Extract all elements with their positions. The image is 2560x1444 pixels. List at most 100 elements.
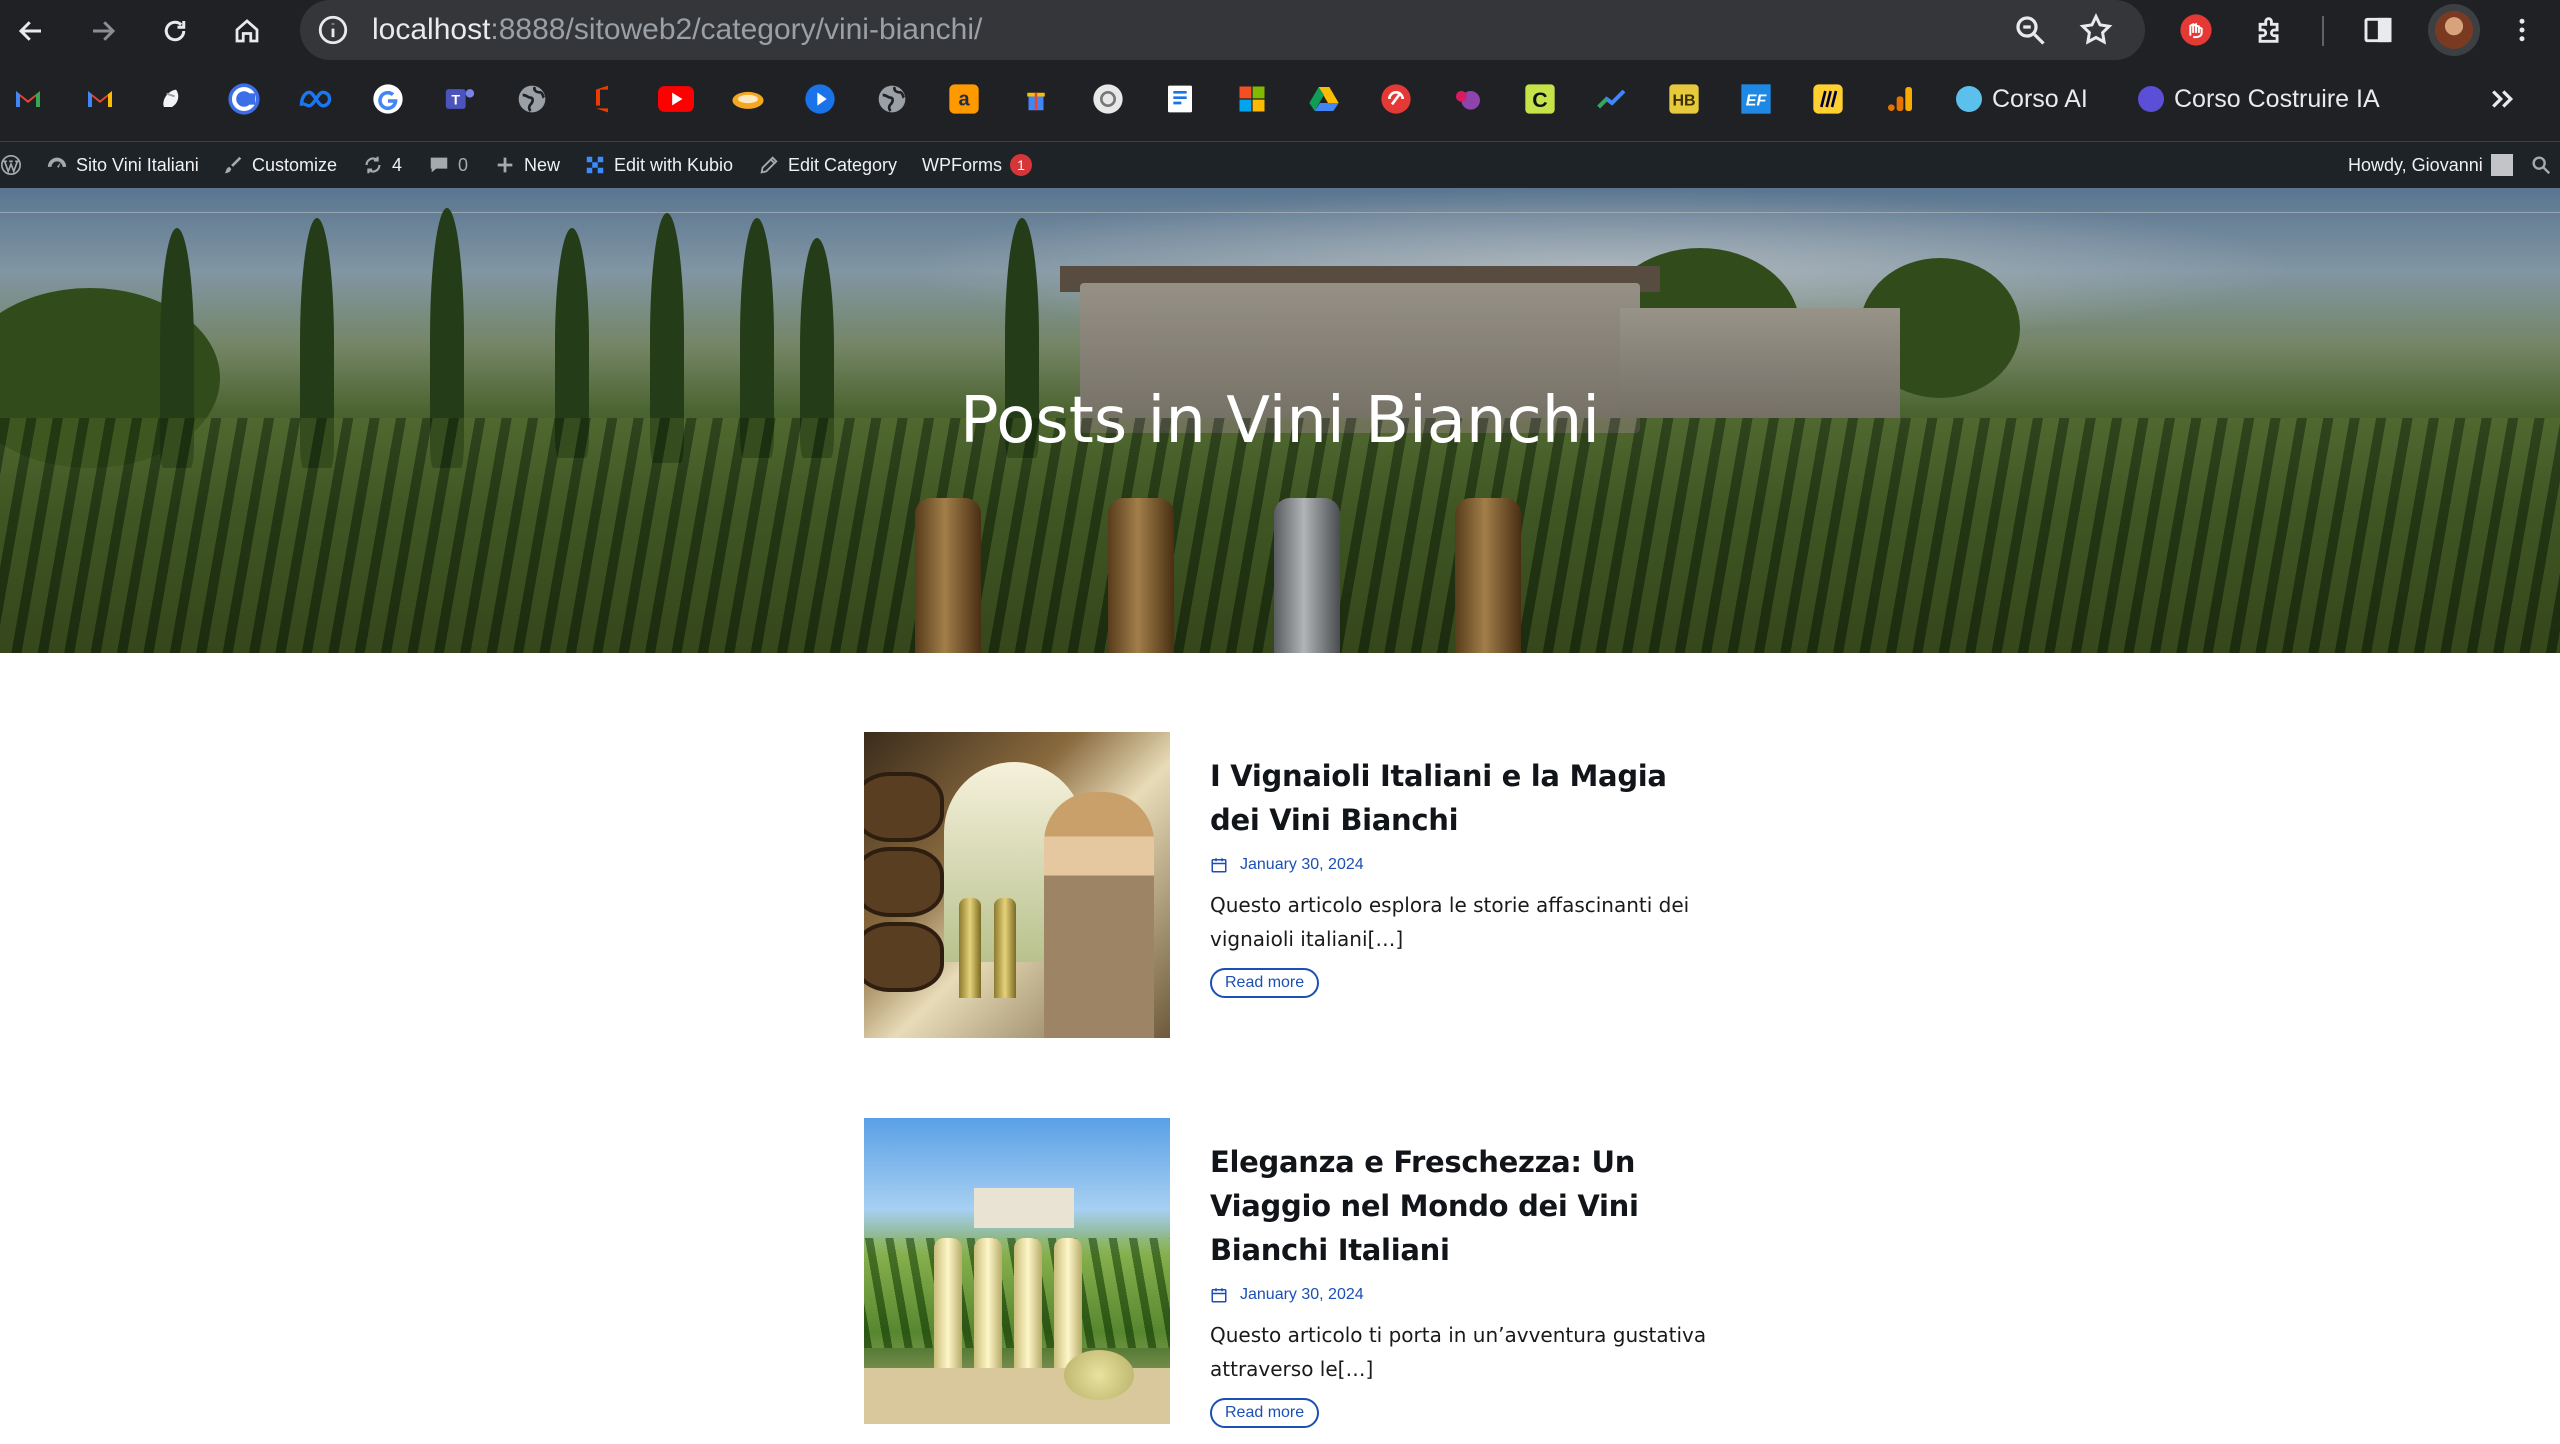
bookmark-corso-costruire-ia[interactable]: Corso Costruire IA <box>2138 79 2380 119</box>
post-excerpt: Questo articolo ti porta in un’avventura… <box>1210 1323 1707 1381</box>
wpforms-badge: 1 <box>1010 154 1032 176</box>
post-thumbnail[interactable] <box>864 732 1170 1038</box>
document-icon[interactable] <box>1162 81 1198 117</box>
brand-red-icon[interactable] <box>1378 81 1414 117</box>
plus-icon <box>497 157 513 173</box>
forward-arrow-icon[interactable] <box>82 10 124 52</box>
bookmarks-bar: T a C HB EF Corso AI Corso Costruire IA <box>0 62 2560 142</box>
chart-line-icon[interactable] <box>1594 81 1630 117</box>
globe-icon-2[interactable] <box>874 81 910 117</box>
comment-icon <box>430 157 448 173</box>
site-info-icon[interactable] <box>316 13 350 47</box>
svg-text:EF: EF <box>1746 93 1768 110</box>
updates-count: 4 <box>392 154 403 175</box>
bookmark-dot-icon <box>1956 86 1982 112</box>
post-card: Eleganza e Freschezza: Un Viaggio nel Mo… <box>864 1118 1724 1428</box>
wpforms-link[interactable]: WPForms 1 <box>922 142 1032 188</box>
google-icon[interactable] <box>370 81 406 117</box>
globe-icon[interactable] <box>514 81 550 117</box>
bookmark-star-icon[interactable] <box>2078 12 2114 48</box>
swirl-icon[interactable] <box>730 81 766 117</box>
play-icon[interactable] <box>802 81 838 117</box>
admin-search-icon[interactable] <box>2530 142 2552 188</box>
post-meta: January 30, 2024 <box>1210 856 1724 874</box>
address-bar[interactable]: localhost:8888/sitoweb2/category/vini-bi… <box>300 0 2145 60</box>
extension-red-icon[interactable] <box>2176 10 2216 50</box>
kubio-icon <box>586 156 604 174</box>
post-date[interactable]: January 30, 2024 <box>1240 856 1364 874</box>
c-icon[interactable]: C <box>1522 81 1558 117</box>
new-label: New <box>524 154 561 175</box>
microsoft-icon[interactable] <box>1234 81 1270 117</box>
miro-icon[interactable] <box>1810 81 1846 117</box>
wpforms-label: WPForms <box>922 154 1002 175</box>
bookmark-label: Corso AI <box>1992 84 2088 113</box>
extensions-puzzle-icon[interactable] <box>2250 10 2290 50</box>
post-title-link[interactable]: I Vignaioli Italiani e la Magia dei Vini… <box>1210 754 1724 842</box>
amazon-icon[interactable]: a <box>946 81 982 117</box>
bookmark-dot-icon <box>2138 86 2164 112</box>
youtube-icon[interactable] <box>658 81 694 117</box>
comments-count: 0 <box>458 154 469 175</box>
edit-category-link[interactable]: Edit Category <box>758 142 897 188</box>
post-date[interactable]: January 30, 2024 <box>1240 1286 1364 1304</box>
wordpress-logo-icon[interactable] <box>0 142 22 188</box>
post-meta: January 30, 2024 <box>1210 1286 1724 1304</box>
post-card: I Vignaioli Italiani e la Magia dei Vini… <box>864 732 1724 1038</box>
site-name: Sito Vini Italiani <box>76 154 199 175</box>
gmail-icon-2[interactable] <box>82 81 118 117</box>
side-panel-icon[interactable] <box>2358 10 2398 50</box>
edit-category-label: Edit Category <box>788 154 898 175</box>
bookmark-corso-ai[interactable]: Corso AI <box>1956 79 2088 119</box>
comments-link[interactable]: 0 <box>428 142 468 188</box>
ef-icon[interactable]: EF <box>1738 81 1774 117</box>
profile-avatar[interactable] <box>2428 4 2480 56</box>
office-icon[interactable] <box>586 81 622 117</box>
read-more-button[interactable]: Read more <box>1210 1398 1320 1428</box>
page-title: Posts in Vini Bianchi <box>959 384 1601 458</box>
post-title-link[interactable]: Eleganza e Freschezza: Un Viaggio nel Mo… <box>1210 1140 1724 1272</box>
read-more-button[interactable]: Read more <box>1210 968 1320 998</box>
chatgpt-icon[interactable] <box>1090 81 1126 117</box>
toolbar-divider <box>2322 16 2324 46</box>
updates-link[interactable]: 4 <box>362 142 402 188</box>
zoom-icon[interactable] <box>2012 12 2048 48</box>
customize-link[interactable]: Customize <box>222 142 337 188</box>
url-host: localhost <box>372 13 491 46</box>
post-thumbnail[interactable] <box>864 1118 1170 1424</box>
browser-toolbar: localhost:8888/sitoweb2/category/vini-bi… <box>0 0 2560 62</box>
drive-icon[interactable] <box>1306 81 1342 117</box>
hb-icon[interactable]: HB <box>1666 81 1702 117</box>
brush-icon <box>224 156 242 174</box>
customize-label: Customize <box>252 154 338 175</box>
edit-with-kubio-link[interactable]: Edit with Kubio <box>584 142 733 188</box>
wp-admin-bar: Sito Vini Italiani Customize 4 0 New Edi… <box>0 142 2560 188</box>
updates-icon <box>365 156 381 174</box>
dashboard-icon <box>47 157 67 168</box>
gmail-icon[interactable] <box>10 81 46 117</box>
copilot-icon[interactable] <box>226 81 262 117</box>
teams-icon[interactable]: T <box>442 81 478 117</box>
bookmark-label: Corso Costruire IA <box>2174 84 2380 113</box>
kebab-menu-icon[interactable] <box>2502 10 2542 50</box>
back-arrow-icon[interactable] <box>10 10 52 52</box>
howdy-text: Howdy, Giovanni <box>2348 154 2483 175</box>
new-content-link[interactable]: New <box>494 142 560 188</box>
home-icon[interactable] <box>226 10 268 52</box>
svg-text:C: C <box>1532 88 1547 112</box>
url-text: localhost:8888/sitoweb2/category/vini-bi… <box>372 11 982 49</box>
gift-icon[interactable] <box>1018 81 1054 117</box>
svg-text:HB: HB <box>1672 93 1695 110</box>
bard-icon[interactable] <box>154 81 190 117</box>
chevron-double-right-icon[interactable] <box>2484 81 2520 117</box>
purple-blob-icon[interactable] <box>1450 81 1486 117</box>
svg-text:a: a <box>958 89 970 111</box>
url-path: :8888/sitoweb2/category/vini-bianchi/ <box>490 13 983 46</box>
post-excerpt: Questo articolo esplora le storie affasc… <box>1210 893 1690 951</box>
my-account-link[interactable]: Howdy, Giovanni <box>2348 142 2513 188</box>
analytics-icon[interactable] <box>1882 81 1918 117</box>
site-name-link[interactable]: Sito Vini Italiani <box>46 142 199 188</box>
hero-banner: Posts in Vini Bianchi <box>0 188 2560 653</box>
meta-icon[interactable] <box>298 81 334 117</box>
reload-icon[interactable] <box>154 10 196 52</box>
